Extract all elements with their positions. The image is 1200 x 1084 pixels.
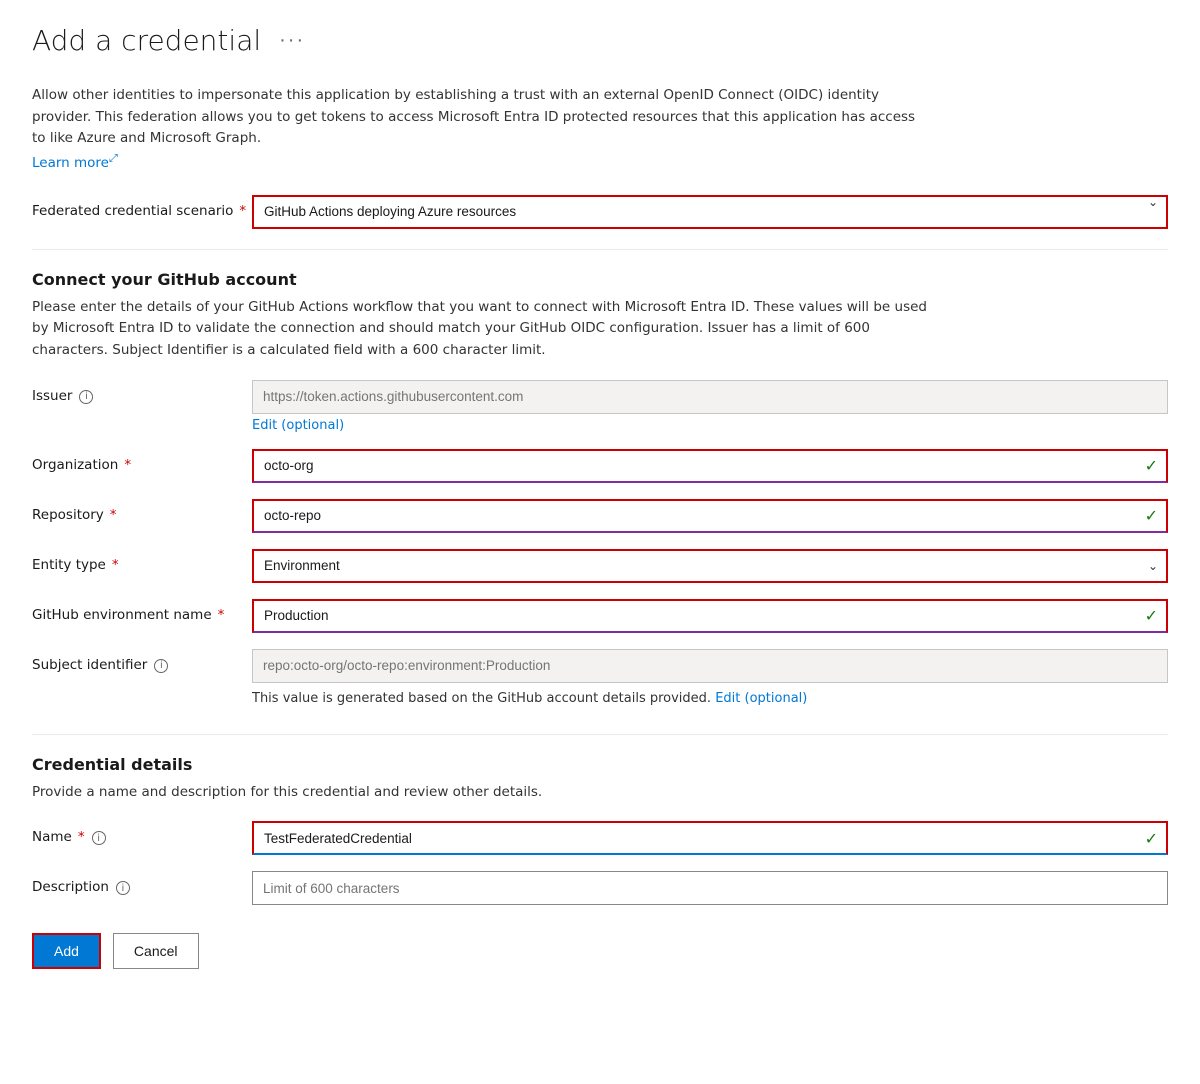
organization-input[interactable]: [252, 449, 1168, 483]
github-section-description: Please enter the details of your GitHub …: [32, 297, 932, 362]
subject-identifier-input: [252, 649, 1168, 683]
required-marker: *: [124, 457, 131, 473]
learn-more-link[interactable]: Learn more⤢: [32, 155, 118, 171]
subject-identifier-label: Subject identifier i: [32, 649, 252, 673]
federated-scenario-select[interactable]: GitHub Actions deploying Azure resources…: [252, 195, 1168, 229]
github-section-heading: Connect your GitHub account: [32, 270, 1168, 289]
ellipsis-menu-button[interactable]: ···: [273, 27, 311, 54]
description-input[interactable]: [252, 871, 1168, 905]
issuer-info-icon[interactable]: i: [79, 390, 93, 404]
credential-section-description: Provide a name and description for this …: [32, 782, 932, 804]
add-button[interactable]: Add: [32, 933, 101, 969]
action-buttons: Add Cancel: [32, 933, 1168, 969]
repository-label: Repository *: [32, 499, 252, 523]
github-env-name-label: GitHub environment name *: [32, 599, 252, 623]
issuer-input[interactable]: [252, 380, 1168, 414]
required-marker: *: [110, 507, 117, 523]
subject-info-icon[interactable]: i: [154, 659, 168, 673]
page-description: Allow other identities to impersonate th…: [32, 85, 932, 175]
repository-input[interactable]: [252, 499, 1168, 533]
federated-scenario-label: Federated credential scenario *: [32, 195, 252, 219]
issuer-label: Issuer i: [32, 380, 252, 404]
github-env-name-input[interactable]: [252, 599, 1168, 633]
external-link-icon: ⤢: [109, 152, 118, 165]
required-marker: *: [239, 203, 246, 219]
description-label: Description i: [32, 871, 252, 895]
page-title: Add a credential: [32, 24, 261, 57]
subject-edit-link[interactable]: Edit (optional): [715, 691, 807, 706]
entity-type-label: Entity type *: [32, 549, 252, 573]
credential-section-heading: Credential details: [32, 755, 1168, 774]
required-marker: *: [218, 607, 225, 623]
issuer-edit-link[interactable]: Edit (optional): [252, 418, 1168, 433]
subject-identifier-note: This value is generated based on the Git…: [252, 691, 1168, 706]
required-marker: *: [112, 557, 119, 573]
required-marker: *: [78, 829, 85, 845]
name-label: Name * i: [32, 821, 252, 845]
name-input[interactable]: [252, 821, 1168, 855]
description-info-icon[interactable]: i: [116, 881, 130, 895]
federated-scenario-wrapper: GitHub Actions deploying Azure resources…: [252, 195, 1168, 229]
name-info-icon[interactable]: i: [92, 831, 106, 845]
cancel-button[interactable]: Cancel: [113, 933, 199, 969]
organization-label: Organization *: [32, 449, 252, 473]
entity-type-select[interactable]: Environment Branch Tag Pull request: [252, 549, 1168, 583]
